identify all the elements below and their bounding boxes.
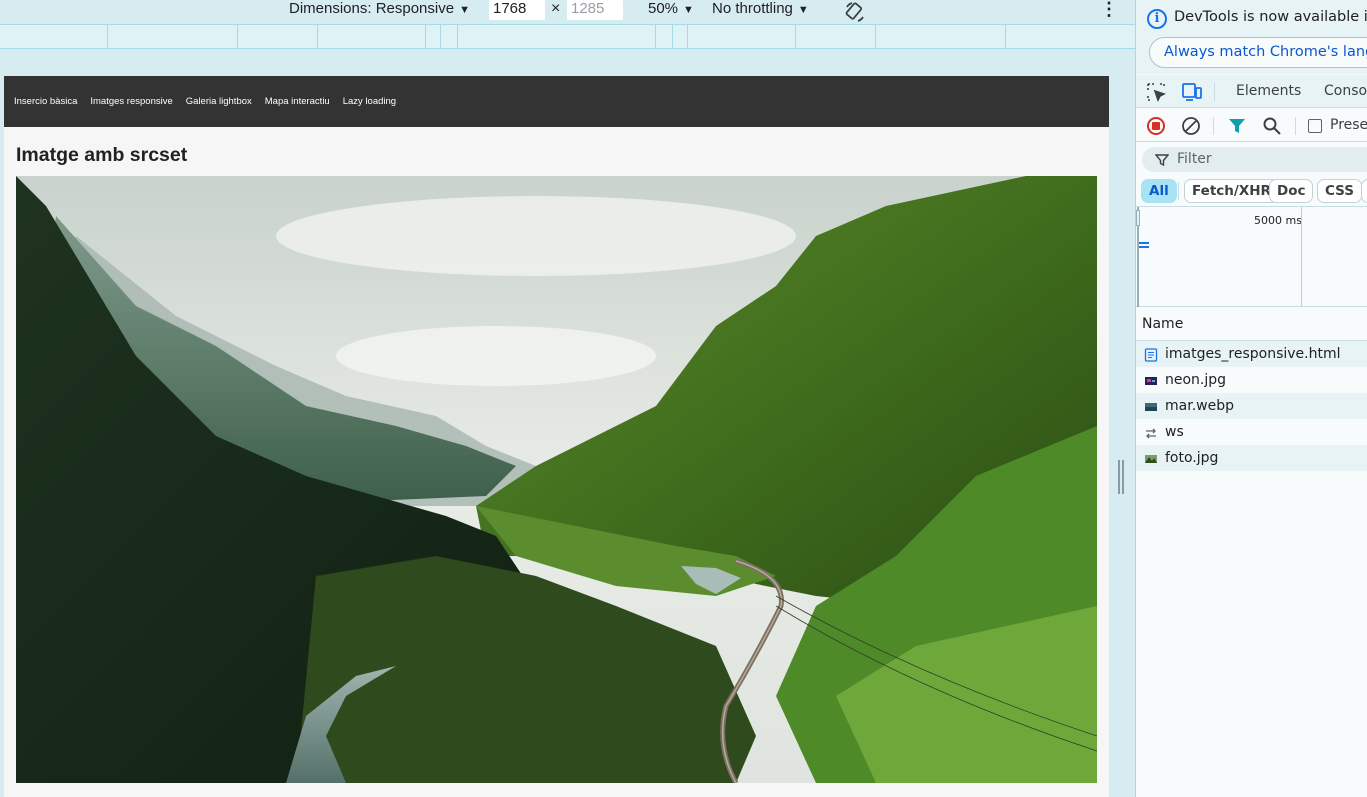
dimensions-label: Dimensions: Responsive — [289, 0, 455, 17]
nav-link-galeria-lightbox[interactable]: Galeria lightbox — [186, 96, 252, 107]
request-row[interactable]: ws — [1136, 419, 1367, 445]
ruler-tick — [457, 25, 458, 48]
ruler-tick — [107, 25, 108, 48]
tab-elements[interactable]: Elements — [1236, 83, 1301, 99]
overview-gridline — [1301, 207, 1302, 307]
preserve-log-label: Prese — [1330, 117, 1367, 133]
ruler-tick — [672, 25, 673, 48]
preserve-log-checkbox[interactable] — [1308, 119, 1322, 133]
request-name: neon.jpg — [1165, 372, 1227, 388]
toolbar-divider — [1178, 182, 1179, 200]
media-query-ruler[interactable] — [0, 24, 1135, 49]
devtools-tabbar: Elements Conso — [1136, 75, 1367, 108]
funnel-icon — [1154, 152, 1170, 171]
overview-time-label: 5000 ms — [1254, 214, 1302, 227]
mountain-valley-photo — [16, 176, 1097, 783]
overview-request-bar — [1139, 246, 1149, 248]
request-row[interactable]: foto.jpg — [1136, 445, 1367, 471]
filter-chip-fetch-xhr[interactable]: Fetch/XHR — [1184, 179, 1279, 203]
resource-type-filters: All Fetch/XHR Doc CSS JS — [1136, 177, 1367, 205]
overview-request-bar — [1139, 242, 1149, 244]
request-row[interactable]: imatges_responsive.html — [1136, 341, 1367, 367]
emulated-viewport: Insercio bàsica Imatges responsive Galer… — [4, 76, 1109, 797]
viewport-margin — [0, 49, 1135, 76]
srcset-image — [16, 176, 1097, 783]
ruler-tick — [317, 25, 318, 48]
width-input[interactable]: 1768 — [489, 0, 545, 20]
overview-range-handle[interactable] — [1136, 210, 1140, 226]
request-name: ws — [1165, 424, 1184, 440]
filter-icon[interactable] — [1227, 116, 1247, 140]
search-icon[interactable] — [1262, 116, 1282, 140]
toolbar-divider — [1214, 83, 1215, 101]
request-row[interactable]: neon.jpg — [1136, 367, 1367, 393]
name-column-header[interactable]: Name — [1136, 308, 1367, 341]
ruler-tick — [425, 25, 426, 48]
zoom-dropdown[interactable]: 50% ▼ — [648, 0, 694, 20]
throttling-label: No throttling — [712, 0, 793, 17]
chevron-down-icon: ▼ — [683, 4, 694, 16]
network-overview[interactable]: 5000 ms — [1136, 206, 1367, 307]
image-icon — [1144, 399, 1158, 413]
ruler-tick — [875, 25, 876, 48]
throttling-dropdown[interactable]: No throttling ▼ — [712, 0, 809, 20]
zoom-label: 50% — [648, 0, 679, 17]
nav-link-lazy-loading[interactable]: Lazy loading — [343, 96, 396, 107]
request-name: foto.jpg — [1165, 450, 1219, 466]
network-toolbar: Prese — [1136, 109, 1367, 142]
ruler-tick — [655, 25, 656, 48]
filter-chip-css[interactable]: CSS — [1317, 179, 1362, 203]
rotate-icon[interactable] — [843, 0, 867, 22]
ruler-tick — [687, 25, 688, 48]
name-column-label: Name — [1142, 316, 1184, 332]
filter-placeholder: Filter — [1177, 151, 1212, 167]
websocket-icon — [1144, 425, 1158, 439]
nav-link-insercio-basica[interactable]: Insercio bàsica — [14, 96, 77, 107]
request-list: imatges_responsive.html neon.jpg mar.web… — [1136, 341, 1367, 471]
request-name: mar.webp — [1165, 398, 1234, 414]
ruler-tick — [440, 25, 441, 48]
filter-chip-js[interactable]: JS — [1361, 179, 1367, 203]
resize-handle[interactable] — [1118, 460, 1126, 494]
device-toolbar-icon[interactable] — [1181, 82, 1203, 106]
page-heading: Imatge amb srcset — [16, 144, 188, 166]
dimensions-dropdown[interactable]: Dimensions: Responsive ▼ — [289, 0, 470, 20]
filter-input[interactable]: Filter — [1142, 147, 1367, 172]
language-infobar: i DevTools is now available in S Always … — [1136, 0, 1367, 74]
inspect-element-icon[interactable] — [1146, 82, 1167, 106]
ruler-tick — [1005, 25, 1006, 48]
nav-link-mapa-interactiu[interactable]: Mapa interactiu — [265, 96, 330, 107]
ruler-tick — [237, 25, 238, 48]
height-input[interactable]: 1285 — [567, 0, 623, 20]
devtools-panel: i DevTools is now available in S Always … — [1135, 0, 1367, 797]
site-nav: Insercio bàsica Imatges responsive Galer… — [4, 76, 1109, 127]
match-language-button[interactable]: Always match Chrome's langua — [1149, 37, 1367, 68]
device-toolbar: Dimensions: Responsive ▼ 1768 × 1285 50% ▼… — [0, 0, 1135, 24]
stop-recording-icon[interactable] — [1146, 116, 1166, 140]
toolbar-divider — [1213, 117, 1214, 135]
chevron-down-icon: ▼ — [459, 4, 470, 16]
chevron-down-icon: ▼ — [797, 4, 809, 16]
request-row[interactable]: mar.webp — [1136, 393, 1367, 419]
clear-icon[interactable] — [1181, 116, 1201, 140]
nav-link-imatges-responsive[interactable]: Imatges responsive — [90, 96, 172, 107]
document-icon — [1144, 347, 1158, 362]
resize-grip — [1118, 460, 1120, 494]
image-icon — [1144, 451, 1158, 465]
filter-chip-all[interactable]: All — [1141, 179, 1177, 203]
filter-chip-doc[interactable]: Doc — [1269, 179, 1314, 203]
infobar-message: DevTools is now available in S — [1174, 9, 1367, 25]
request-name: imatges_responsive.html — [1165, 346, 1341, 362]
resize-grip — [1122, 460, 1124, 494]
image-icon — [1144, 373, 1158, 387]
tab-console[interactable]: Conso — [1324, 83, 1367, 99]
dimension-separator: × — [551, 0, 561, 17]
more-options-icon[interactable]: ⋮ — [1100, 0, 1118, 20]
info-icon: i — [1147, 9, 1167, 29]
ruler-tick — [795, 25, 796, 48]
toolbar-divider — [1295, 117, 1296, 135]
